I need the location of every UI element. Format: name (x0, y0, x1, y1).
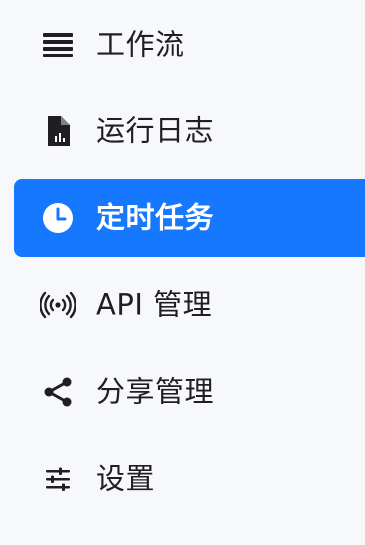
sidebar-item-label: API 管理 (96, 287, 213, 322)
sidebar-item-label: 定时任务 (96, 200, 215, 235)
clock-icon (40, 200, 76, 236)
sidebar-item-label: 工作流 (96, 27, 185, 62)
broadcast-signal-icon (40, 287, 76, 323)
sidebar-item-settings[interactable]: 设置 (14, 440, 365, 518)
sidebar-item-run-log[interactable]: 运行日志 (14, 92, 365, 170)
sidebar-item-scheduled-tasks[interactable]: 定时任务 (14, 179, 365, 257)
sidebar-item-workflow[interactable]: 工作流 (14, 6, 365, 84)
sidebar-item-share-management[interactable]: 分享管理 (14, 353, 365, 431)
share-icon (40, 374, 76, 410)
log-file-chart-icon (40, 113, 76, 149)
sliders-icon (40, 461, 76, 497)
sidebar-item-label: 设置 (96, 461, 156, 496)
sidebar-item-api-management[interactable]: API 管理 (14, 266, 365, 344)
sidebar-item-label: 运行日志 (96, 113, 215, 148)
workflow-lines-icon (40, 27, 76, 63)
sidebar-nav: 工作流 运行日志 定时任务 API 管理 分享管理 设置 (0, 0, 365, 545)
sidebar-item-label: 分享管理 (96, 374, 215, 409)
